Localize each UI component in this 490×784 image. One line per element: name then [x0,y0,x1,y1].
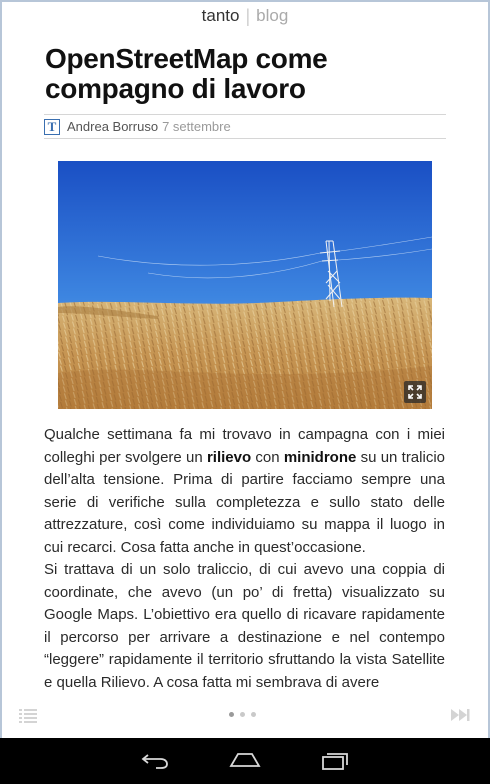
next-article-button[interactable] [451,708,471,727]
author-name[interactable]: Andrea Borruso [67,119,158,134]
page-dot [240,712,245,717]
home-icon [229,753,261,767]
brand-separator: | [245,5,251,26]
reader-toolbar [0,700,490,730]
brand-section[interactable]: blog [256,6,288,26]
system-navigation-bar [0,738,490,784]
article-paragraph: Si trattava di un solo traliccio, di cui… [44,561,445,691]
bold-term-rilievo: rilievo [206,448,252,466]
home-button[interactable] [225,746,265,776]
hero-image[interactable] [58,161,432,409]
back-icon [141,754,168,769]
article-paragraph: Qualche settimana fa mi trovavo in campa… [44,426,445,556]
page-indicator [229,712,256,717]
publish-date: 7 settembre [162,119,231,134]
expand-image-button[interactable] [404,381,426,403]
menu-button[interactable] [19,708,37,729]
field-pylon-photo [58,161,432,409]
bold-term-minidrone: minidrone [283,448,357,466]
brand-name[interactable]: tanto [202,6,240,26]
recents-button[interactable] [315,746,355,776]
expand-icon [408,385,422,399]
menu-lines-icon [19,709,37,723]
back-button[interactable] [135,746,175,776]
byline: T Andrea Borruso 7 settembre [44,114,446,139]
page-dot [251,712,256,717]
author-logo-icon: T [44,118,60,135]
page-dot-active [229,712,234,717]
app-header: tanto | blog [0,0,490,32]
article-title: OpenStreetMap come compagno di lavoro [45,43,328,104]
fast-forward-icon [451,709,470,721]
article-body: Qualche settimana fa mi trovavo in campa… [44,424,445,694]
recents-icon [322,753,348,770]
